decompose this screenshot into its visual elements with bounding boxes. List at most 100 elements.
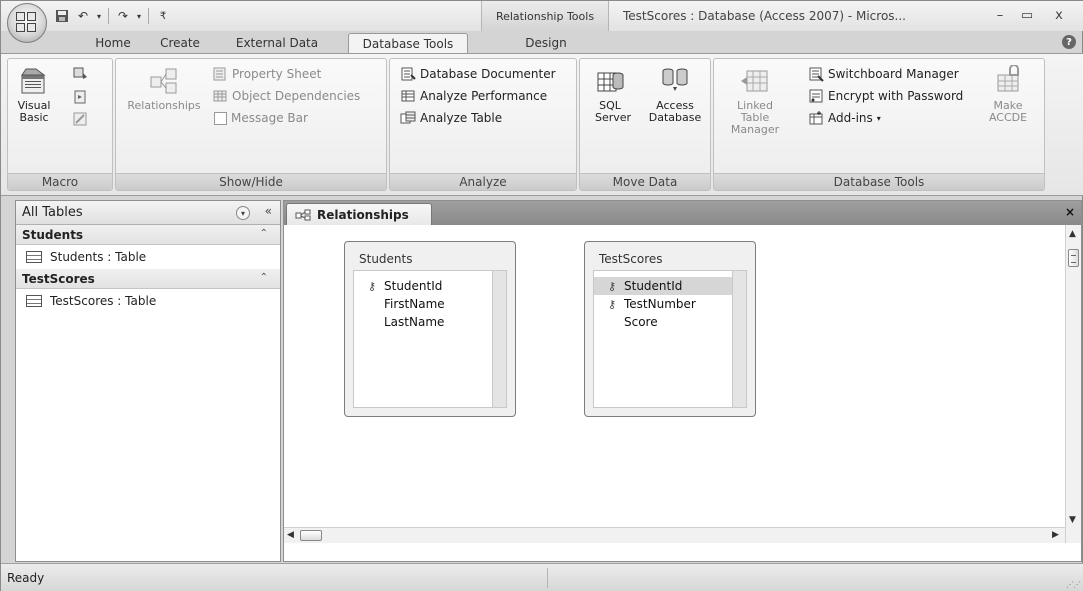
visual-basic-button[interactable]: Visual Basic [12,65,56,124]
group-label-move-data: Move Data [580,173,710,190]
add-ins-button[interactable]: Add-ins ▾ [808,109,881,127]
object-dependencies-label: Object Dependencies [232,89,361,103]
field-row[interactable]: ⚷ TestNumber [594,295,734,313]
group-move-data: SQL Server Access Database Move Data [579,58,711,191]
make-accde-button[interactable]: Make ACCDE [980,65,1036,124]
field-row[interactable]: ⚷ StudentId [594,277,734,295]
property-sheet-button[interactable]: Property Sheet [212,65,321,83]
horizontal-scrollbar[interactable]: ◀ ▶ [284,527,1065,543]
status-bar: Ready ⋰⋰ [1,563,1083,591]
linked-table-manager-icon [741,70,768,92]
create-shortcut-menu-icon[interactable] [72,111,88,127]
tab-external-data[interactable]: External Data [226,33,328,53]
ribbon-tabs: Home Create External Data Database Tools… [1,31,1083,53]
add-ins-dropdown-icon: ▾ [876,113,881,123]
sql-server-button[interactable]: SQL Server [582,65,638,124]
nav-group-students[interactable]: Students ⌃ [16,225,280,245]
property-sheet-label: Property Sheet [232,67,322,81]
database-documenter-button[interactable]: Database Documenter [400,65,556,83]
primary-key-icon: ⚷ [368,280,377,293]
analyze-table-button[interactable]: Analyze Table [400,109,502,127]
office-logo-icon [16,12,38,34]
tab-home[interactable]: Home [83,33,143,53]
field-row[interactable]: FirstName [354,295,494,313]
ribbon: Visual Basic Macro Relationships Propert… [1,53,1083,196]
tab-database-tools[interactable]: Database Tools [348,33,468,53]
access-database-button[interactable]: Access Database [642,65,708,124]
linked-table-manager-button[interactable]: Linked Table Manager [718,65,792,136]
switchboard-manager-label: Switchboard Manager [828,67,959,81]
close-button[interactable]: x [1048,6,1070,24]
property-sheet-icon [213,67,226,81]
field-list-testscores[interactable]: TestScores ⚷ StudentId ⚷ TestNumber Scor… [584,241,756,417]
analyze-performance-button[interactable]: Analyze Performance [400,87,547,105]
help-icon[interactable]: ? [1062,35,1076,49]
macro-to-vb-icon[interactable] [72,89,88,105]
encrypt-with-password-button[interactable]: Encrypt with Password [808,87,963,105]
nav-menu-dropdown-icon[interactable]: ▾ [236,206,250,220]
group-label-show-hide: Show/Hide [116,173,386,190]
add-ins-icon [809,111,823,125]
document-area: Relationships × Students ⚷ StudentId Fir… [283,200,1082,562]
analyze-table-icon [400,111,416,124]
nav-item-students-table[interactable]: Students : Table [16,246,280,268]
shutter-bar-collapse-icon[interactable]: « [265,204,272,218]
run-macro-icon[interactable] [72,65,88,81]
switchboard-manager-button[interactable]: Switchboard Manager [808,65,959,83]
save-icon[interactable] [53,7,71,25]
field-list-body: ⚷ StudentId ⚷ TestNumber Score [593,270,747,408]
message-bar-check-box[interactable] [214,111,227,125]
scroll-up-icon[interactable]: ▲ [1069,229,1076,239]
nav-item-testscores-table[interactable]: TestScores : Table [16,290,280,312]
nav-group-label: Students [22,227,84,242]
status-text: Ready [7,571,45,585]
field-row[interactable]: ⚷ StudentId [354,277,494,295]
table-icon [26,251,42,263]
horizontal-scroll-thumb[interactable] [300,530,322,541]
scroll-right-icon[interactable]: ▶ [1052,530,1059,540]
field-name: StudentId [624,279,683,293]
collapse-group-icon[interactable]: ⌃ [260,228,268,239]
office-button[interactable] [7,3,47,43]
message-bar-checkbox[interactable]: Message Bar [214,109,308,127]
collapse-group-icon[interactable]: ⌃ [260,272,268,283]
redo-icon[interactable]: ↷ [114,7,132,25]
field-list-body: ⚷ StudentId FirstName LastName [353,270,507,408]
relationships-button[interactable]: Relationships [118,65,210,112]
field-list-title[interactable]: TestScores [585,242,755,270]
field-row[interactable]: LastName [354,313,494,331]
vertical-scroll-thumb[interactable] [1068,249,1079,267]
nav-item-label: TestScores : Table [50,294,157,308]
field-list-scrollbar[interactable] [492,271,506,407]
nav-group-testscores[interactable]: TestScores ⌃ [16,269,280,289]
nav-header-label: All Tables [22,205,83,220]
maximize-button[interactable]: ▭ [1016,6,1038,24]
tab-create[interactable]: Create [151,33,209,53]
add-ins-label: Add-ins [828,111,873,125]
access-window: ↶ ▾ ↷ ▾ ₹ Relationship Tools TestScores … [0,0,1083,591]
vertical-scrollbar[interactable]: ▲ ▼ [1065,225,1081,543]
close-document-icon[interactable]: × [1065,205,1075,219]
nav-item-label: Students : Table [50,250,147,264]
object-dependencies-button[interactable]: Object Dependencies [212,87,360,105]
field-list-title[interactable]: Students [345,242,515,270]
scroll-left-icon[interactable]: ◀ [287,530,294,540]
field-list-scrollbar[interactable] [732,271,746,407]
field-row[interactable]: Score [594,313,734,331]
relationships-canvas[interactable]: Students ⚷ StudentId FirstName LastName [284,225,1065,543]
nav-header[interactable]: All Tables ▾ « [16,201,280,225]
tab-design[interactable]: Design [491,33,601,53]
primary-key-icon: ⚷ [608,280,617,293]
window-title: TestScores : Database (Access 2007) - Mi… [623,9,906,23]
redo-dropdown-icon[interactable]: ▾ [135,7,143,25]
field-name: StudentId [384,279,443,293]
customize-qat-icon[interactable]: ₹ [154,7,172,25]
minimize-button[interactable]: – [989,6,1011,24]
field-list-students[interactable]: Students ⚷ StudentId FirstName LastName [344,241,516,417]
tab-relationships[interactable]: Relationships [286,203,432,225]
group-show-hide: Relationships Property Sheet Object Depe… [115,58,387,191]
undo-dropdown-icon[interactable]: ▾ [95,7,103,25]
resize-grip-icon[interactable]: ⋰⋰ [1066,580,1081,589]
undo-icon[interactable]: ↶ [74,7,92,25]
scroll-down-icon[interactable]: ▼ [1069,515,1076,525]
